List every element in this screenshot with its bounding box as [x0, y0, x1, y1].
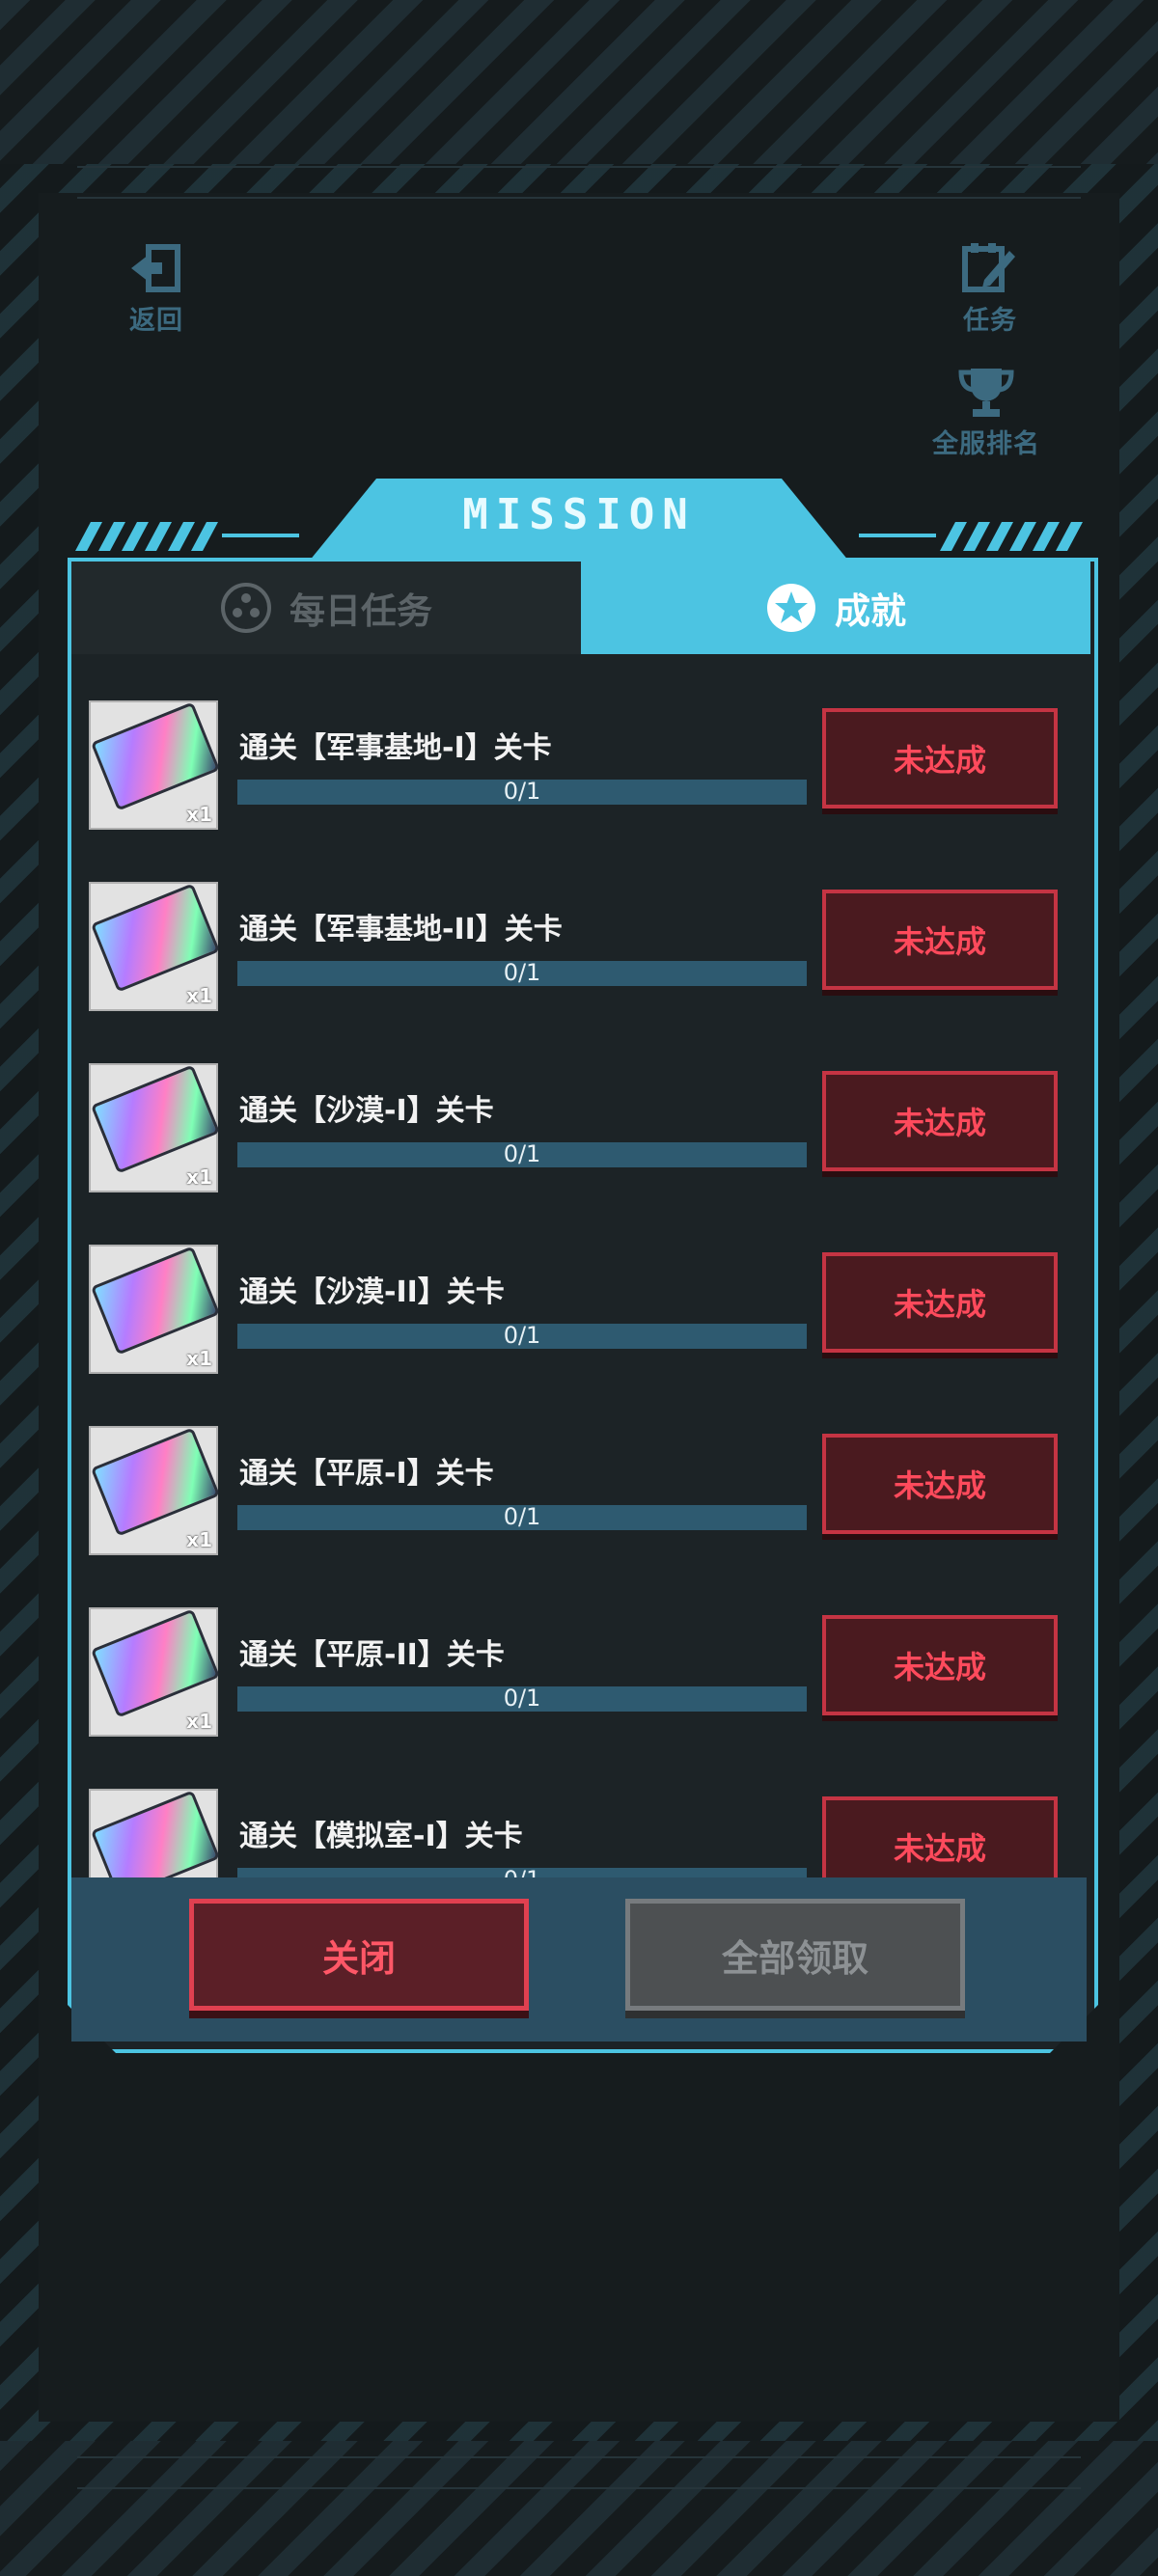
star-badge-icon: [765, 582, 817, 634]
progress-bar: 0/1: [237, 1322, 807, 1349]
tab-bar: 每日任务 成就: [71, 562, 1090, 654]
progress-bar: 0/1: [237, 1140, 807, 1167]
mission-name: 通关【模拟室-I】关卡: [239, 1820, 523, 1853]
reward-item-thumbnail: x1: [89, 1607, 221, 1737]
mission-row: x1 通关【模拟室-I】关卡 0/1 未达成: [71, 1752, 1087, 1877]
panel-footer: 关闭 全部领取: [71, 1877, 1087, 2042]
holo-card-icon: [90, 701, 221, 811]
progress-bar: 0/1: [237, 1685, 807, 1712]
back-button[interactable]: 返回: [125, 241, 187, 337]
progress-text: 0/1: [503, 959, 541, 986]
mission-row: x1 通关【平原-I】关卡 0/1 未达成: [71, 1389, 1087, 1571]
reward-quantity: x1: [186, 1528, 212, 1551]
mission-status-button[interactable]: 未达成: [822, 1615, 1058, 1715]
holo-card-icon: [90, 1246, 221, 1356]
holo-card-icon: [90, 1608, 221, 1718]
mission-name: 通关【军事基地-I】关卡: [239, 731, 552, 765]
top-hazard-band: [0, 0, 1158, 164]
reward-quantity: x1: [186, 1165, 212, 1189]
mission-name: 通关【沙漠-I】关卡: [239, 1094, 494, 1128]
reward-item-thumbnail: x1: [89, 1789, 221, 1877]
exit-door-icon: [125, 241, 187, 295]
progress-bar: 0/1: [237, 1503, 807, 1530]
panel-title: MISSION: [462, 490, 696, 539]
reward-item-thumbnail: x1: [89, 1063, 221, 1192]
tab-daily-label: 每日任务: [290, 590, 432, 632]
reward-quantity: x1: [186, 803, 212, 826]
back-label: 返回: [129, 306, 183, 336]
reward-item-thumbnail: x1: [89, 882, 221, 1011]
missions-label: 任务: [963, 306, 1017, 336]
progress-text: 0/1: [503, 1322, 541, 1349]
mission-name: 通关【平原-II】关卡: [239, 1638, 505, 1672]
reward-quantity: x1: [186, 984, 212, 1007]
progress-bar: 0/1: [237, 1866, 807, 1877]
mission-status-button[interactable]: 未达成: [822, 708, 1058, 808]
top-warning-strip: [77, 166, 1081, 199]
mission-name: 通关【沙漠-II】关卡: [239, 1275, 505, 1309]
tab-daily-missions[interactable]: 每日任务: [71, 562, 581, 654]
mission-row: x1 通关【沙漠-II】关卡 0/1 未达成: [71, 1208, 1087, 1389]
progress-bar: 0/1: [237, 959, 807, 986]
mission-row: x1 通关【平原-II】关卡 0/1 未达成: [71, 1571, 1087, 1752]
task-pencil-icon: [959, 241, 1021, 295]
missions-button[interactable]: 任务: [959, 241, 1021, 337]
tab-achievements[interactable]: 成就: [581, 562, 1090, 654]
mission-status-button[interactable]: 未达成: [822, 1071, 1058, 1171]
reward-quantity: x1: [186, 1347, 212, 1370]
progress-text: 0/1: [503, 1685, 541, 1712]
mission-row: x1 通关【军事基地-I】关卡 0/1 未达成: [71, 664, 1087, 845]
daily-dots-icon: [220, 582, 272, 634]
ranking-label: 全服排名: [932, 429, 1040, 459]
mission-name: 通关【平原-I】关卡: [239, 1457, 494, 1491]
progress-bar: 0/1: [237, 778, 807, 805]
reward-item-thumbnail: x1: [89, 1426, 221, 1555]
tab-achievements-label: 成就: [835, 590, 906, 632]
mission-status-button[interactable]: 未达成: [822, 1252, 1058, 1353]
holo-card-icon: [90, 1790, 221, 1877]
reward-item-thumbnail: x1: [89, 1245, 221, 1374]
progress-text: 0/1: [237, 1866, 807, 1877]
progress-text: 0/1: [503, 1503, 541, 1530]
mission-list[interactable]: x1 通关【军事基地-I】关卡 0/1 未达成 x1 通关【军事基地-II】关卡…: [71, 664, 1087, 1877]
close-button[interactable]: 关闭: [189, 1899, 529, 2011]
holo-card-icon: [90, 883, 221, 993]
mission-row: x1 通关【军事基地-II】关卡 0/1 未达成: [71, 845, 1087, 1027]
progress-text: 0/1: [503, 778, 541, 805]
mission-status-button[interactable]: 未达成: [822, 1434, 1058, 1534]
mission-row: x1 通关【沙漠-I】关卡 0/1 未达成: [71, 1027, 1087, 1208]
progress-text: 0/1: [503, 1140, 541, 1167]
holo-card-icon: [90, 1064, 221, 1174]
reward-quantity: x1: [186, 1710, 212, 1733]
bottom-warning-strip: [77, 2456, 1081, 2489]
trophy-icon: [955, 365, 1017, 419]
mission-status-button[interactable]: 未达成: [822, 1796, 1058, 1877]
holo-card-icon: [90, 1427, 221, 1537]
claim-all-button[interactable]: 全部领取: [625, 1899, 965, 2011]
mission-status-button[interactable]: 未达成: [822, 890, 1058, 990]
reward-item-thumbnail: x1: [89, 700, 221, 830]
mission-name: 通关【军事基地-II】关卡: [239, 913, 563, 946]
ranking-button[interactable]: 全服排名: [932, 365, 1040, 460]
